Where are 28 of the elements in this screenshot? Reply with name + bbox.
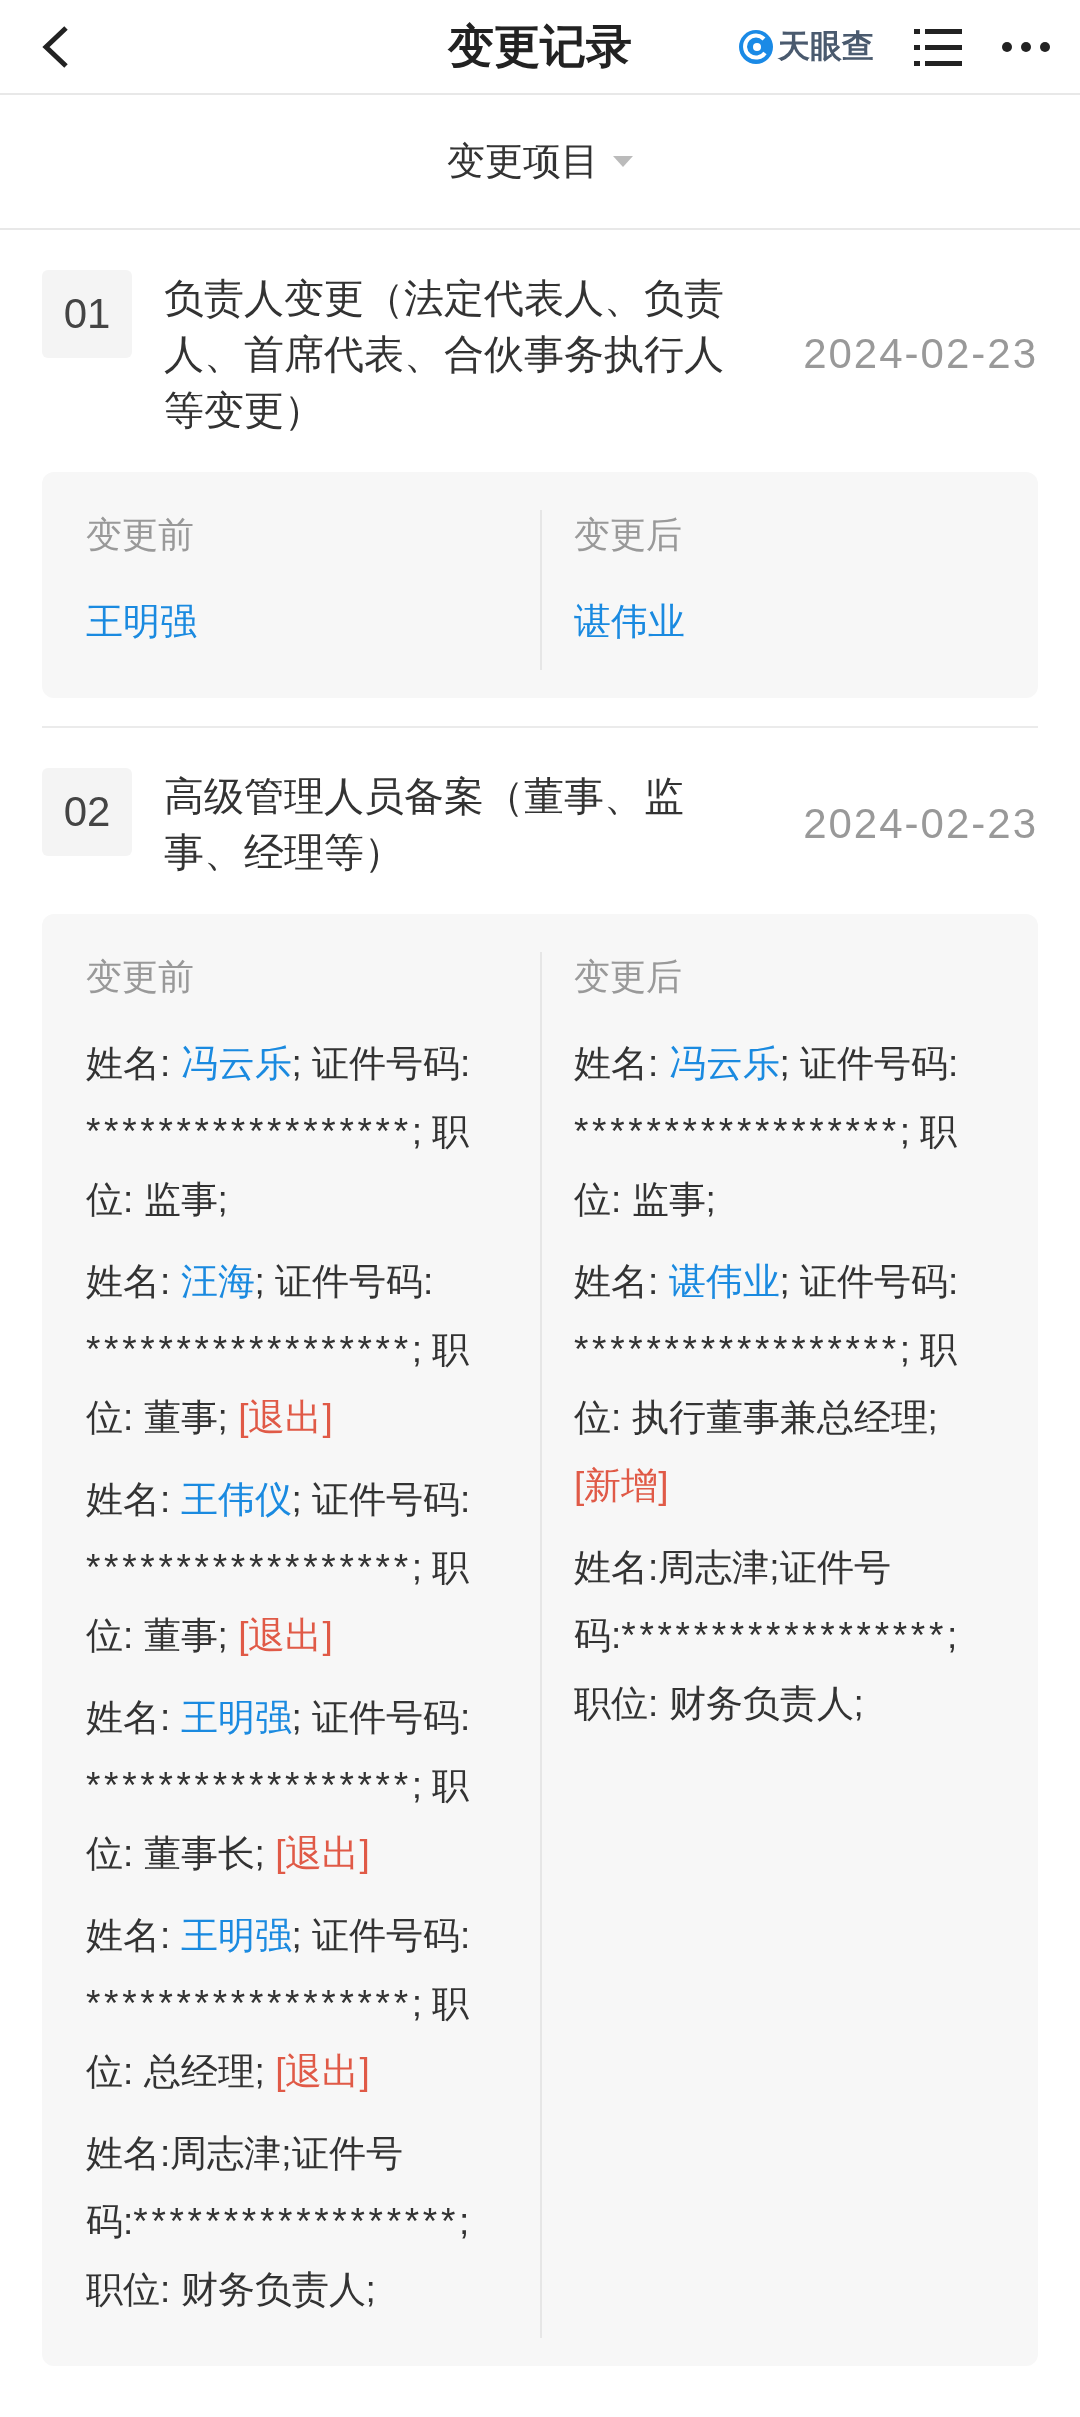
record-number: 02 <box>42 768 132 856</box>
more-icon[interactable] <box>1002 41 1050 52</box>
record-number: 01 <box>42 270 132 358</box>
change-item-title: 高级管理人员备案（董事、监事、经理等） <box>164 773 685 876</box>
change-detail-text: 姓名: 冯云乐; 证件号码: ******************; 职位: 监事; <box>574 1042 960 1222</box>
after-label: 变更后 <box>574 955 683 999</box>
before-label: 变更前 <box>86 513 195 557</box>
filter-dropdown[interactable]: 变更项目 <box>447 136 633 187</box>
change-item-title: 负责人变更（法定代表人、负责人、首席代表、合伙事务执行人等变更） <box>164 275 725 434</box>
change-detail-text: 姓名: 王明强; 证件号码: ******************; 职位: 董事长; [退出] <box>86 1696 472 1876</box>
after-label: 变更后 <box>574 513 683 557</box>
change-detail-text: 姓名:周志津;证件号码:******************; 职位: 财务负责人; <box>574 1546 959 1726</box>
change-detail-text: 姓名: 谌伟业; 证件号码: ******************; 职位: 执行董事兼总经理; [新增] <box>574 1260 960 1508</box>
change-detail-text: 王明强 <box>86 600 198 644</box>
dropdown-caret-icon <box>613 155 633 168</box>
brand-logo: 天眼查 <box>738 24 874 69</box>
before-label: 变更前 <box>86 955 195 999</box>
page-title: 变更记录 <box>448 18 632 74</box>
change-date: 2024-02-23 <box>803 800 1038 848</box>
change-detail-text: 姓名: 王伟仪; 证件号码: ******************; 职位: 董事; [退出] <box>86 1478 472 1658</box>
change-detail-text: 姓名: 王明强; 证件号码: ******************; 职位: 总经理; [退出] <box>86 1914 472 2094</box>
menu-icon[interactable] <box>914 26 962 67</box>
change-detail-text: 谌伟业 <box>574 600 686 644</box>
change-date: 2024-02-23 <box>803 330 1038 378</box>
change-detail-text: 姓名:周志津;证件号码:******************; 职位: 财务负责人; <box>86 2132 471 2312</box>
back-icon[interactable] <box>40 24 70 69</box>
change-detail-text: 姓名: 汪海; 证件号码: ******************; 职位: 董事; [退出] <box>86 1260 471 1440</box>
change-detail-text: 姓名: 冯云乐; 证件号码: ******************; 职位: 监事; <box>86 1042 472 1222</box>
